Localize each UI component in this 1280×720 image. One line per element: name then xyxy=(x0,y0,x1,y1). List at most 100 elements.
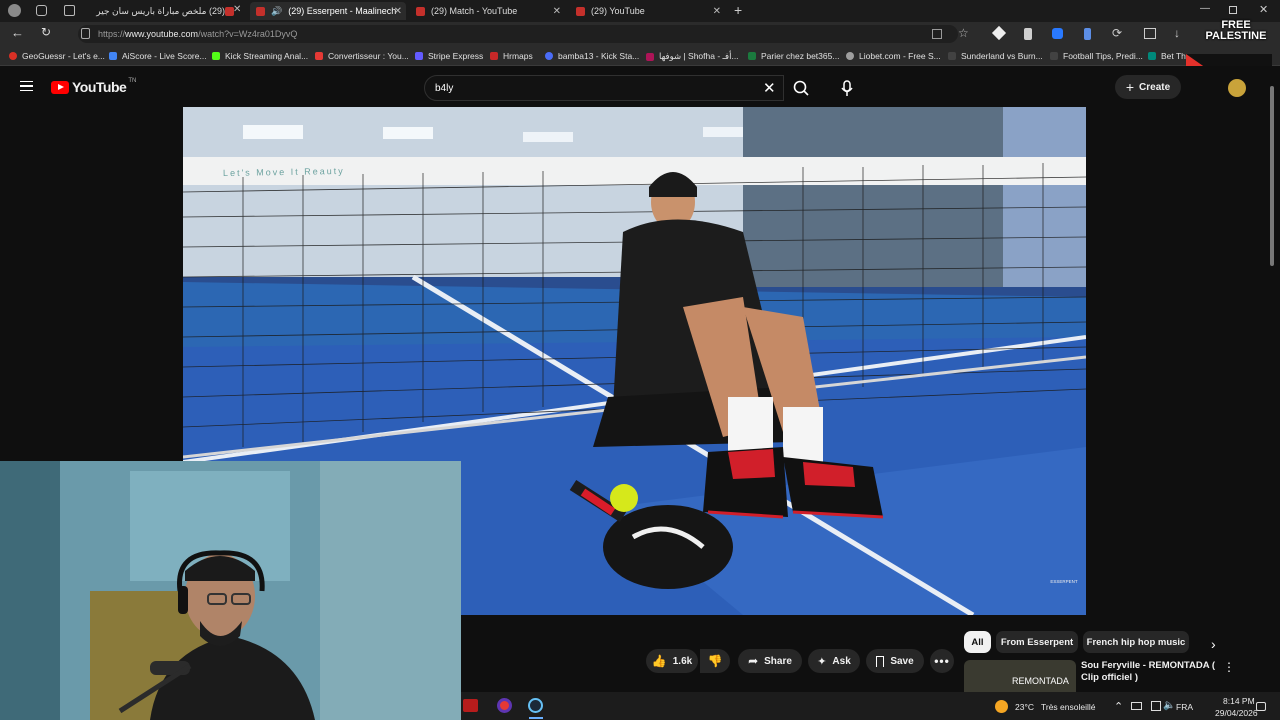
extension-icon[interactable] xyxy=(1084,28,1091,40)
chevron-right-icon[interactable]: › xyxy=(1211,636,1216,652)
extension-icon[interactable] xyxy=(991,25,1007,41)
tab-match[interactable]: (29) Match - YouTube ✕ xyxy=(410,2,565,20)
weather-temp[interactable]: 23°C xyxy=(1015,702,1034,712)
bookmark-label: Convertisseur : You... xyxy=(328,51,409,61)
converter-icon xyxy=(315,52,323,60)
tab-title: (29) ملخص مباراة باريس سان جير xyxy=(96,5,225,16)
youtube-logo[interactable]: YouTube TN xyxy=(51,78,136,95)
clear-search-icon[interactable]: ✕ xyxy=(763,79,776,97)
tray-app-icon[interactable] xyxy=(1131,702,1142,710)
bookmark-item[interactable]: Kick Streaming Anal... xyxy=(212,51,308,61)
profile-icon[interactable] xyxy=(8,4,21,17)
more-vertical-icon[interactable]: ⋮ xyxy=(1223,660,1235,674)
tab-actions-icon[interactable] xyxy=(64,5,75,16)
sync-icon[interactable]: ⟳ xyxy=(1112,26,1122,40)
badge-text: FREE PALESTINE xyxy=(1205,19,1267,42)
related-title[interactable]: Sou Feryville - REMONTADA ( Clip officie… xyxy=(1081,660,1221,684)
page-icon xyxy=(948,52,956,60)
ask-button[interactable]: ✦ Ask xyxy=(808,649,860,673)
url-path: /watch?v=Wz4ra01DyvQ xyxy=(198,29,298,39)
chrome-icon[interactable] xyxy=(497,698,512,713)
back-icon[interactable]: ← xyxy=(11,25,24,40)
app-install-icon[interactable] xyxy=(932,29,942,39)
save-button[interactable]: Save xyxy=(866,649,924,673)
bookmark-item[interactable]: Stripe Express xyxy=(415,51,483,61)
logo-text: YouTube xyxy=(72,79,127,95)
related-thumbnail[interactable]: REMONTADA xyxy=(964,660,1076,692)
download-icon[interactable]: ↓ xyxy=(1174,26,1180,40)
bookmark-label: GeoGuessr - Let's e... xyxy=(22,51,105,61)
page-scrollbar[interactable] xyxy=(1268,66,1276,692)
network-icon[interactable] xyxy=(1151,701,1161,711)
reload-icon[interactable]: ↻ xyxy=(41,25,51,39)
speaker-icon[interactable]: 🔊 xyxy=(271,6,282,17)
bookmark-item[interactable]: Convertisseur : You... xyxy=(315,51,409,61)
search-button[interactable] xyxy=(784,75,820,101)
voice-search-button[interactable] xyxy=(836,77,858,99)
tab-psg-summary[interactable]: (29) ملخص مباراة باريس سان جير xyxy=(90,2,246,20)
webcam-overlay xyxy=(0,461,461,720)
share-button[interactable]: ➦ Share xyxy=(738,649,802,673)
chip-label: From Esserpent xyxy=(1000,636,1074,648)
close-icon[interactable]: ✕ xyxy=(553,6,561,17)
bookmark-item[interactable]: Bet Th xyxy=(1148,51,1186,61)
like-button[interactable]: 👍 1.6k xyxy=(646,649,698,673)
more-actions-button[interactable]: ••• xyxy=(930,649,954,673)
address-field[interactable]: https://www.youtube.com/watch?v=Wz4ra01D… xyxy=(78,25,958,43)
chip-french-hip-hop[interactable]: French hip hop music xyxy=(1083,631,1189,653)
bookmarks-bar: GeoGuessr - Let's e... AiScore - Live Sc… xyxy=(0,46,1280,66)
close-icon[interactable]: ✕ xyxy=(394,6,402,17)
favorite-star-icon[interactable]: ☆ xyxy=(958,26,969,40)
active-app-indicator xyxy=(529,717,543,719)
bookmark-item[interactable]: Hrmaps xyxy=(490,51,533,61)
close-icon[interactable]: ✕ xyxy=(233,4,241,15)
weather-sun-icon xyxy=(995,700,1008,713)
volume-icon[interactable]: 🔈 xyxy=(1163,700,1175,711)
language-indicator[interactable]: FRA xyxy=(1176,702,1193,712)
avatar[interactable] xyxy=(1228,79,1246,97)
clock-date[interactable]: 29/04/2026 xyxy=(1215,708,1258,718)
net-banner-text: Let's Move It Reauty xyxy=(222,165,345,179)
bookmark-item[interactable]: Liobet.com - Free S... xyxy=(846,51,941,61)
steam-icon[interactable] xyxy=(528,698,543,713)
bookmark-icon xyxy=(876,655,885,667)
close-icon[interactable]: ✕ xyxy=(713,6,721,17)
bookmark-label: bamba13 - Kick Sta... xyxy=(558,51,640,61)
create-button[interactable]: + Create xyxy=(1115,75,1181,99)
chip-all[interactable]: All xyxy=(964,631,991,653)
bookmark-item[interactable]: AiScore - Live Score... xyxy=(109,51,207,61)
bookmark-item[interactable]: bamba13 - Kick Sta... xyxy=(545,51,639,61)
taskbar-app-icon[interactable] xyxy=(463,699,478,712)
bookmark-item[interactable]: Parier chez bet365... xyxy=(748,51,839,61)
bookmark-item[interactable]: Sunderland vs Burn... xyxy=(948,51,1043,61)
maximize-icon[interactable] xyxy=(1229,6,1237,14)
split-screen-icon[interactable] xyxy=(1144,28,1156,39)
scroll-thumb[interactable] xyxy=(1270,86,1274,266)
workspaces-icon[interactable] xyxy=(36,5,47,16)
extension-icon[interactable] xyxy=(1052,28,1063,39)
tab-esserpent[interactable]: 🔊 (29) Esserpent - Maalinech ✕ xyxy=(250,2,406,20)
extension-icon[interactable] xyxy=(1024,28,1032,40)
bookmark-item[interactable]: شوفها | Shofha - أفـ... xyxy=(646,51,739,62)
save-label: Save xyxy=(890,655,914,667)
hamburger-menu-icon[interactable] xyxy=(20,81,33,91)
tab-youtube[interactable]: (29) YouTube ✕ xyxy=(570,2,725,20)
search-input[interactable]: b4ly ✕ xyxy=(424,75,784,101)
related-video-item[interactable]: REMONTADA Sou Feryville - REMONTADA ( Cl… xyxy=(964,660,1244,692)
minimize-icon[interactable]: — xyxy=(1200,3,1210,14)
new-tab-icon[interactable]: + xyxy=(734,2,742,18)
site-info-icon[interactable] xyxy=(81,28,90,39)
channel-watermark[interactable]: ESSERPENT xyxy=(1049,579,1079,599)
sparkle-icon: ✦ xyxy=(817,655,827,668)
chevron-up-icon[interactable]: ⌃ xyxy=(1114,700,1123,713)
bookmark-item[interactable]: GeoGuessr - Let's e... xyxy=(9,51,105,61)
clock-time[interactable]: 8:14 PM xyxy=(1223,696,1255,706)
dislike-button[interactable]: 👎 xyxy=(700,649,730,673)
notifications-icon[interactable] xyxy=(1256,702,1266,711)
streamer-camera xyxy=(0,461,461,720)
bookmark-item[interactable]: Football Tips, Predi... xyxy=(1050,51,1143,61)
weather-desc[interactable]: Très ensoleillé xyxy=(1041,702,1096,712)
chip-from-esserpent[interactable]: From Esserpent xyxy=(996,631,1078,653)
search-icon xyxy=(793,80,809,96)
create-label: Create xyxy=(1139,81,1171,93)
